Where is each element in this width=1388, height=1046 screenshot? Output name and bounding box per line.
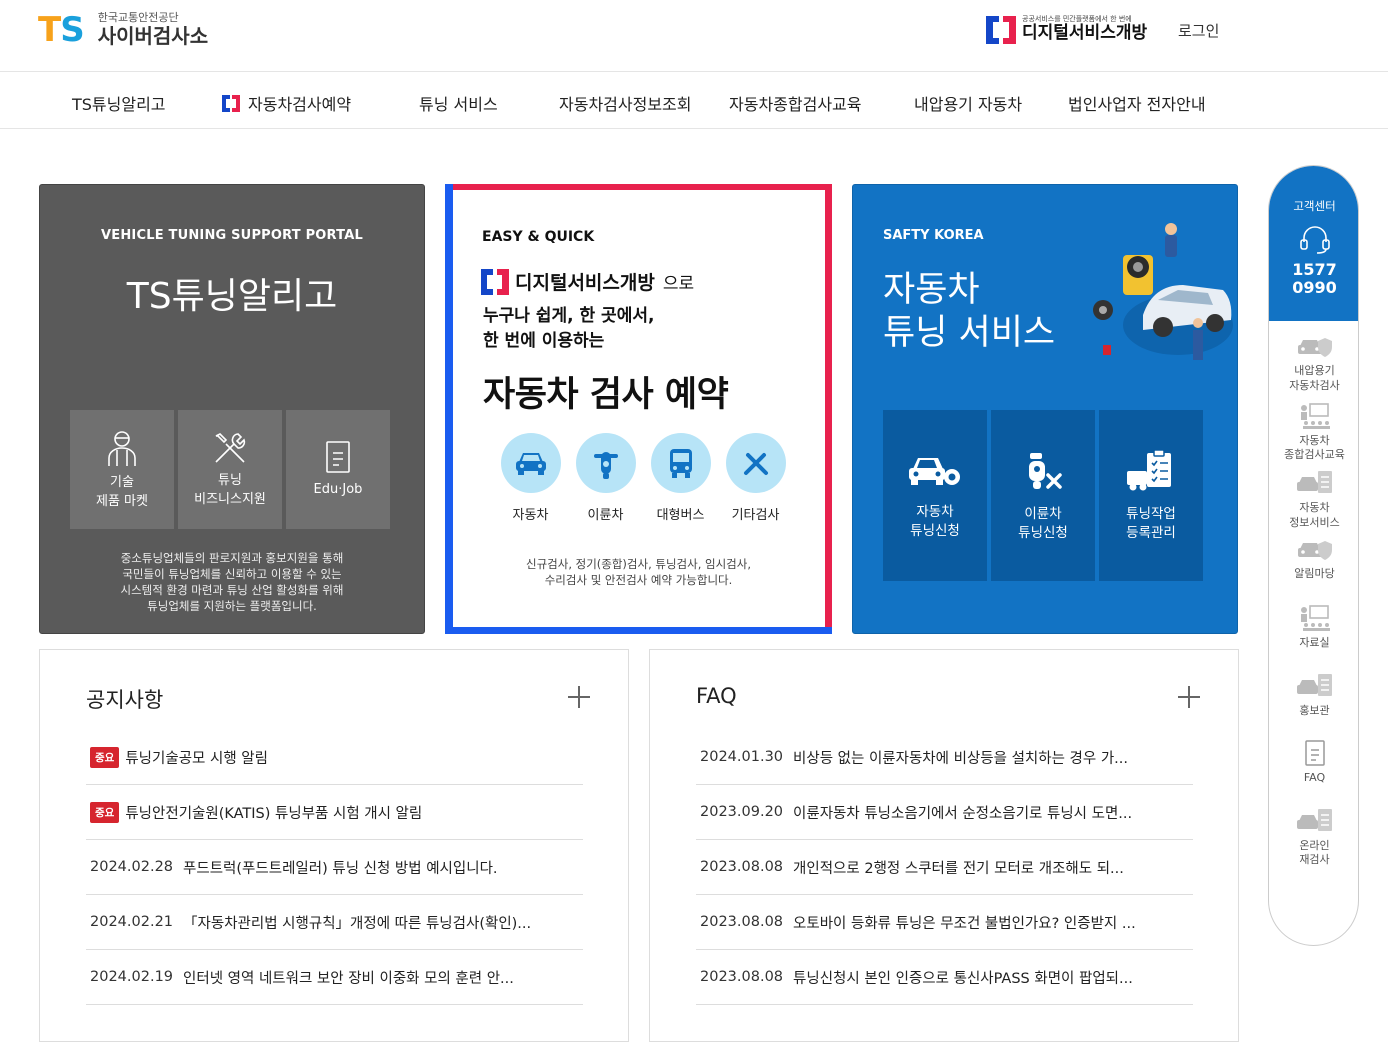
dso-mark-icon [986, 16, 1016, 44]
nav-ts-tuning[interactable]: TS튜닝알리고 [72, 91, 166, 115]
card1-eyebrow: VEHICLE TUNING SUPPORT PORTAL [101, 228, 363, 243]
wrench-icon [743, 453, 768, 475]
tools-icon [215, 433, 246, 463]
card2-eyebrow: EASY & QUICK [482, 229, 595, 245]
quick-online-reinspection[interactable]: 온라인 재검사 [1269, 807, 1358, 875]
nav-corporate-notice[interactable]: 법인사업자 전자안내 [1068, 91, 1206, 115]
faq-title: FAQ [696, 684, 737, 708]
mechanics-illustration-icon [1093, 223, 1233, 360]
card2-note: 신규검사, 정기(종합)검사, 튜닝검사, 임시검사, 수리검사 및 안전검사 … [526, 557, 751, 587]
quick-pressure-vessel[interactable]: 내압용기 자동차검사 [1269, 334, 1358, 402]
category-car[interactable]: 자동차 [493, 433, 568, 523]
customer-center-phone: 1577 0990 [1292, 260, 1337, 298]
faq-item[interactable]: 2023.08.08 개인적으로 2행정 스쿠터를 전기 모터로 개조해도 되..… [696, 840, 1193, 895]
category-other[interactable]: 기타검사 [718, 433, 793, 523]
motorcycle-icon [593, 452, 618, 479]
digital-service-open-logo[interactable]: 공공서비스를 민간플랫폼에서 한 번에 디지털서비스개방 [986, 16, 1147, 44]
car-clipboard-icon [1296, 673, 1332, 696]
classroom-icon [1300, 402, 1330, 429]
tile-motorcycle-tuning-request[interactable]: 이륜차 튜닝신청 [991, 410, 1095, 581]
car-shield-icon [1297, 540, 1332, 560]
classroom-icon [1300, 605, 1330, 631]
faq-item[interactable]: 2023.08.08 오토바이 등화류 튜닝은 무조건 불법인가요? 인증받지 .… [696, 895, 1193, 950]
faq-more-plus-icon[interactable] [1178, 686, 1200, 708]
customer-center-label: 고객센터 [1293, 199, 1336, 213]
car-shield-icon [1297, 338, 1332, 357]
document-icon [1304, 740, 1325, 766]
card1-description: 중소튜닝업체들의 판로지원과 홍보지원을 통해 국민들이 튜닝업체를 신뢰하고 … [120, 551, 344, 614]
clipboard-truck-icon [1127, 448, 1171, 491]
main-nav: TS튜닝알리고 자동차검사예약 튜닝 서비스 자동차검사정보조회 자동차종합검사… [0, 72, 1388, 129]
logo-title: 사이버검사소 [97, 24, 209, 49]
faq-item[interactable]: 2023.09.20 이륜자동차 튜닝소음기에서 순정소음기로 튜닝시 도면... [696, 785, 1193, 840]
customer-center[interactable]: 고객센터 1577 0990 [1269, 166, 1358, 321]
nav-inspection-info[interactable]: 자동차검사정보조회 [559, 91, 691, 115]
faq-item[interactable]: 2024.01.30 비상등 없는 이륜자동차에 비상등을 설치하는 경우 가..… [696, 730, 1193, 785]
car-clipboard-icon [1296, 808, 1332, 831]
notice-board: 공지사항 중요 튜닝기술공모 시행 알림 중요 튜닝안전기술원(KATIS) 튜닝부… [39, 649, 629, 1042]
quick-notice[interactable]: 알림마당 [1269, 537, 1358, 605]
nav-inspection-reservation[interactable]: 자동차검사예약 [222, 91, 351, 115]
dso-name: 디지털서비스개방 [1022, 23, 1148, 44]
tile-car-tuning-request[interactable]: 자동차 튜닝신청 [883, 410, 987, 581]
car-clipboard-icon [1296, 471, 1332, 493]
notice-item[interactable]: 2024.02.19 인터넷 영역 네트워크 보안 장비 이중화 모의 훈련 안.… [86, 950, 583, 1005]
card2-lead: 누구나 쉽게, 한 곳에서, 한 번에 이용하는 [483, 306, 655, 351]
tile-tech-market[interactable]: 기술 제품 마켓 [70, 410, 174, 529]
quick-info-service[interactable]: 자동차 정보서비스 [1269, 469, 1358, 537]
card3-eyebrow: SAFTY KOREA [883, 228, 984, 243]
car-icon [515, 453, 546, 475]
notice-item[interactable]: 중요 튜닝안전기술원(KATIS) 튜닝부품 시험 개시 알림 [86, 785, 583, 840]
dso-mark-icon [481, 268, 509, 295]
notice-item[interactable]: 중요 튜닝기술공모 시행 알림 [86, 730, 583, 785]
nav-tuning-service[interactable]: 튜닝 서비스 [419, 91, 498, 115]
important-badge: 중요 [90, 746, 120, 768]
notice-item[interactable]: 2024.02.28 푸드트럭(푸드트레일러) 튜닝 신청 방법 예시입니다. [86, 840, 583, 895]
site-logo[interactable]: TS 한국교통안전공단 사이버검사소 [38, 10, 209, 51]
tuning-service-card[interactable]: SAFTY KOREA 자동차 튜닝 서비스 자동차 튜닝신청 이륜차 튜닝신청 [852, 184, 1238, 634]
category-motorcycle[interactable]: 이륜차 [568, 433, 643, 523]
quick-pr-hall[interactable]: 홍보관 [1269, 672, 1358, 740]
document-icon [326, 441, 350, 474]
card3-title: 자동차 튜닝 서비스 [883, 270, 1056, 353]
inspection-reservation-card[interactable]: EASY & QUICK 디지털서비스개방 으로 누구나 쉽게, 한 곳에서, … [445, 184, 832, 634]
tile-tuning-work-registration[interactable]: 튜닝작업 등록관리 [1099, 410, 1203, 581]
notice-title: 공지사항 [86, 688, 164, 712]
mechanic-icon [108, 431, 136, 467]
bus-icon [669, 449, 692, 478]
quick-inspection-education[interactable]: 자동차 종합검사교육 [1269, 402, 1358, 470]
faq-board: FAQ 2024.01.30 비상등 없는 이륜자동차에 비상등을 설치하는 경우… [649, 649, 1239, 1042]
dso-mini-icon [222, 94, 240, 112]
quick-menu-sidebar: 고객센터 1577 0990 내압용기 자동차검사 자동차 종합검사교육 자동차 정보… [1268, 165, 1359, 946]
important-badge: 중요 [90, 801, 120, 823]
headset-icon [1299, 226, 1330, 254]
notice-more-plus-icon[interactable] [568, 686, 590, 708]
quick-archive[interactable]: 자료실 [1269, 604, 1358, 672]
tile-tuning-business[interactable]: 튜닝 비즈니스지원 [178, 410, 282, 529]
nav-inspection-education[interactable]: 자동차종합검사교육 [729, 91, 861, 115]
faq-item[interactable]: 2023.08.08 튜닝신청시 본인 인증으로 통신사PASS 화면이 팝업되.… [696, 950, 1193, 1005]
nav-pressure-vessel[interactable]: 내압용기 자동차 [914, 91, 1022, 115]
notice-item[interactable]: 2024.02.21 「자동차관리법 시행규칙」개정에 따른 튜닝검사(확인)..… [86, 895, 583, 950]
card2-headline: 자동차 검사 예약 [483, 375, 729, 415]
tile-edu-job[interactable]: Edu·Job [286, 410, 390, 529]
scooter-wrench-icon [1029, 452, 1062, 489]
car-gear-icon [909, 457, 960, 485]
ts-logo-mark: TS [38, 10, 85, 51]
card1-title: TS튜닝알리고 [126, 276, 338, 317]
card2-brand: 디지털서비스개방 으로 [481, 268, 694, 295]
category-bus[interactable]: 대형버스 [643, 433, 718, 523]
tuning-portal-card[interactable]: VEHICLE TUNING SUPPORT PORTAL TS튜닝알리고 기술… [39, 184, 425, 634]
quick-faq[interactable]: FAQ [1269, 739, 1358, 807]
logo-subtitle: 한국교통안전공단 [97, 11, 179, 24]
login-link[interactable]: 로그인 [1178, 20, 1219, 41]
site-header: TS 한국교통안전공단 사이버검사소 공공서비스를 민간플랫폼에서 한 번에 디… [0, 0, 1388, 72]
